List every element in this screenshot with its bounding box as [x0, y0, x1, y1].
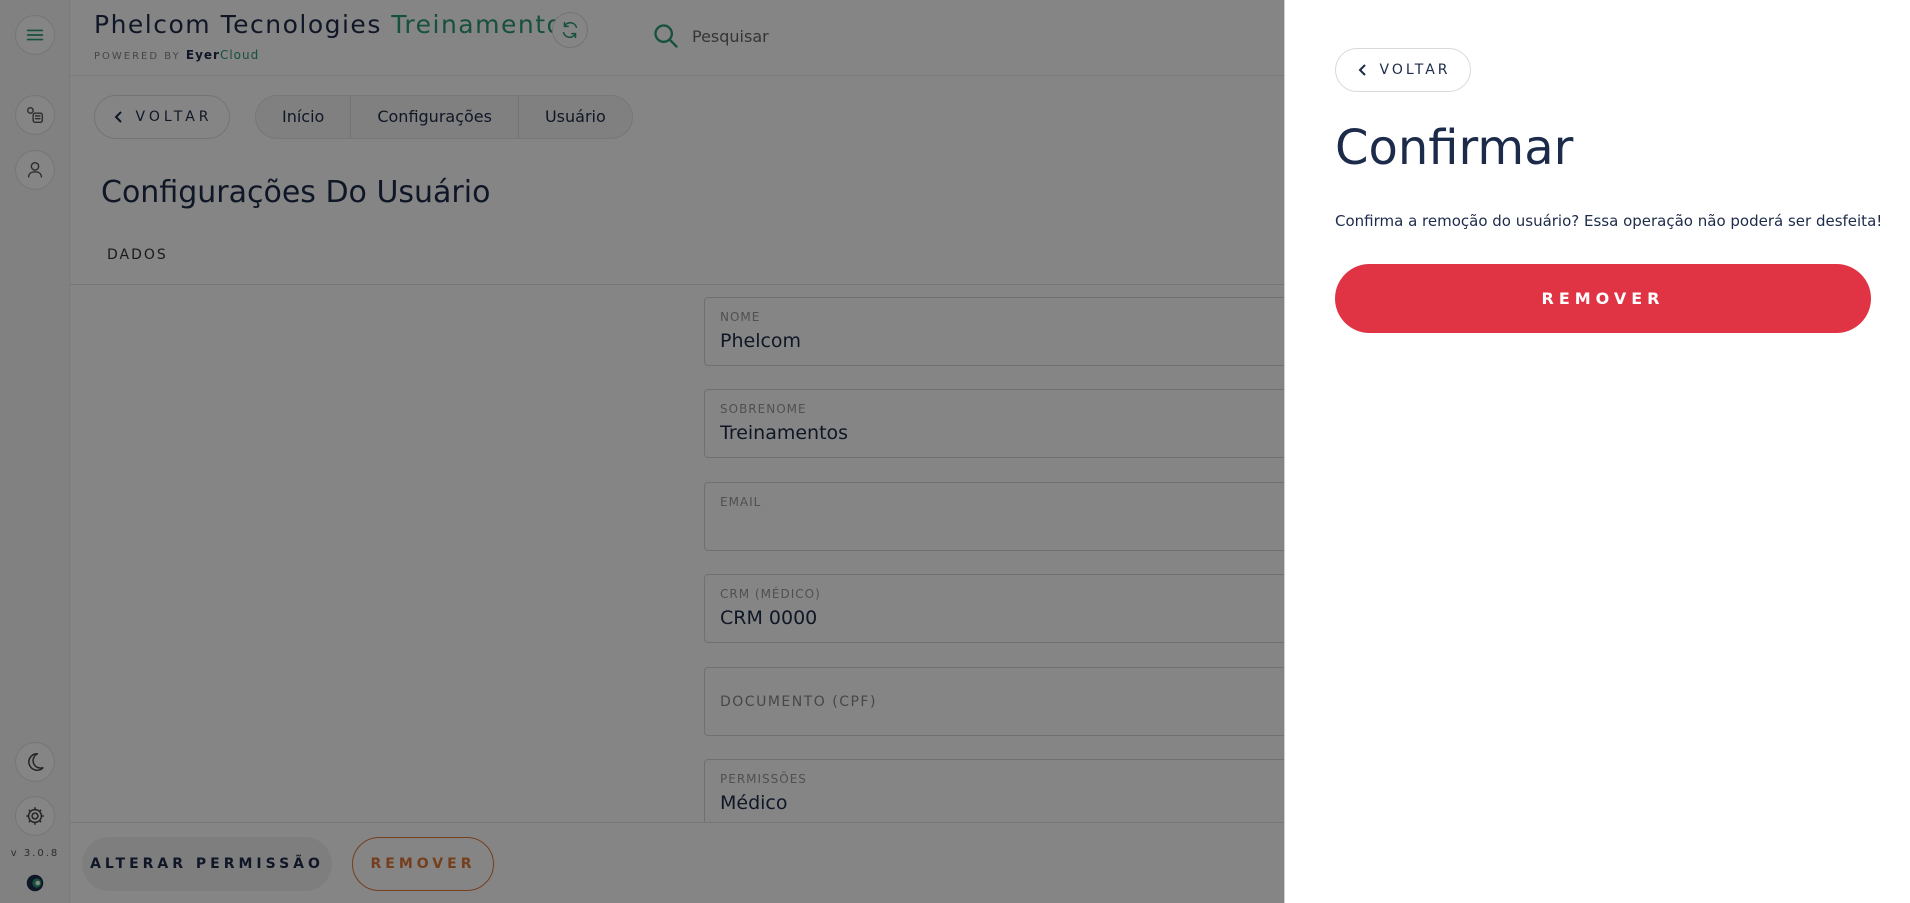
panel-back-label: VOLTAR	[1379, 62, 1451, 78]
panel-message: Confirma a remoção do usuário? Essa oper…	[1335, 212, 1883, 230]
confirm-panel: VOLTAR Confirmar Confirma a remoção do u…	[1284, 0, 1910, 903]
panel-back-button[interactable]: VOLTAR	[1335, 48, 1471, 92]
chevron-left-icon	[1358, 64, 1366, 76]
confirm-remove-button[interactable]: REMOVER	[1335, 264, 1871, 333]
panel-title: Confirmar	[1335, 120, 1574, 176]
